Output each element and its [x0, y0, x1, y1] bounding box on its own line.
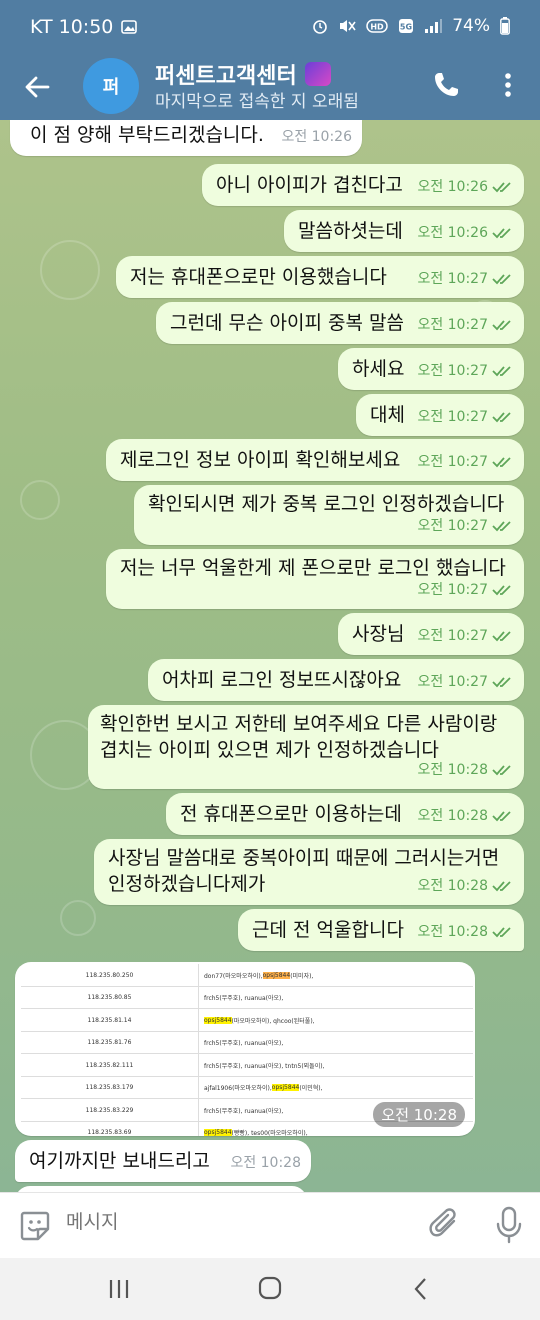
recent-apps-button[interactable] [106, 1276, 132, 1302]
message-bubble[interactable]: 사장님 말씀대로 중복아이피 때문에 그러시는거면 인정하겠습니다제가 오전 1… [94, 839, 524, 905]
paperclip-icon [429, 1208, 456, 1237]
double-check-icon [492, 182, 511, 193]
message-bubble[interactable]: 이 점 양해 부탁드리겠습니다. 오전 10:26 [10, 120, 362, 156]
carrier-time: KT 10:50 [30, 16, 114, 38]
back-button[interactable] [20, 70, 54, 104]
phone-icon [435, 73, 458, 96]
message-bubble[interactable]: 제로그인 정보 아이피 확인해보세요 오전 10:27 [106, 439, 524, 481]
message-time: 오전 10:27 [417, 669, 514, 695]
chat-title-text: 퍼센트고객센터 [155, 64, 297, 89]
ip-row: 118.235.80.85 frch5(무주호), ruanua(아오), [21, 986, 473, 1009]
chat-area[interactable]: 이 점 양해 부탁드리겠습니다. 오전 10:26 아니 아이피가 겹친다고 오… [0, 120, 540, 1192]
chat-title[interactable]: 퍼센트고객센터 [155, 58, 331, 90]
message-time: 오전 10:27 [417, 358, 514, 384]
message-bubble[interactable]: 아니 아이피가 겹친다고 오전 10:26 [202, 164, 524, 206]
svg-text:HD: HD [371, 23, 385, 32]
signal-icon [425, 19, 443, 33]
message-bubble[interactable]: 확인한번 보시고 저한테 보여주세요 다른 사람이랑 겹치는 아이피 있으면 제… [88, 705, 524, 789]
sticker-icon [20, 1211, 50, 1241]
ip-row: 118.235.81.76 frch5(무주호), ruanua(아오), [21, 1031, 473, 1054]
double-check-icon [492, 521, 511, 532]
5g-icon: 5G [399, 19, 414, 33]
battery-icon [500, 17, 510, 35]
ip-row: 118.235.83.179 ajfal1906(마오마오하이), opsj584… [21, 1076, 473, 1099]
message-bubble[interactable]: 저는 휴대폰으로만 이용했습니다 오전 10:27 [116, 256, 524, 298]
chat-header: 퍼 퍼센트고객센터 마지막으로 접속한 지 오래됨 [0, 58, 540, 120]
message-time: 오전 10:26 [281, 129, 352, 145]
double-check-icon [492, 585, 511, 596]
message-bubble[interactable]: 대체 오전 10:27 [356, 394, 524, 436]
message-time: 오전 10:28 [230, 1155, 301, 1171]
voice-message-button[interactable] [494, 1205, 524, 1245]
message-bubble[interactable]: 확인되시면 제가 중복 로그인 인정하겠습니다 오전 10:27 [134, 485, 524, 545]
microphone-icon [496, 1206, 522, 1244]
attach-button[interactable] [428, 1207, 462, 1243]
ip-row: 118.235.80.250 don77(마오마오하이), opsj5844 (미미… [21, 964, 473, 987]
double-check-icon [492, 274, 511, 285]
message-time: 오전 10:27 [417, 312, 514, 338]
message-input[interactable] [66, 1211, 406, 1233]
svg-text:5G: 5G [400, 23, 412, 32]
ip-row: 118.235.81.14 opsj5844 (마오마오하이), qhcoo(된터풀… [21, 1009, 473, 1032]
last-seen-status: 마지막으로 접속한 지 오래됨 [155, 92, 359, 112]
system-back-button[interactable] [408, 1276, 434, 1302]
message-bubble[interactable]: 사장님 오전 10:27 [338, 613, 524, 655]
double-check-icon [492, 677, 511, 688]
message-time: 오전 10:27 [417, 266, 514, 292]
more-options-button[interactable] [496, 70, 520, 100]
message-bubble[interactable]: 그런데 무슨 아이피 중복 말씀 오전 10:27 [156, 302, 524, 344]
alarm-icon [313, 20, 328, 34]
ip-row: 118.235.82.111 frch5(무주호), ruanua(아오), tn… [21, 1054, 473, 1077]
message-time: 오전 10:26 [417, 220, 514, 246]
mute-icon [340, 20, 356, 32]
message-bubble[interactable]: 어차피 로그인 정보뜨시잖아요 오전 10:27 [148, 659, 524, 701]
message-time: 오전 10:28 [417, 873, 514, 899]
hd-icon: HD [366, 19, 388, 33]
image-icon [121, 20, 138, 34]
double-check-icon [492, 412, 511, 423]
more-vertical-icon [505, 73, 511, 97]
message-time: 오전 10:27 [417, 449, 514, 475]
home-icon [258, 1276, 282, 1300]
message-time: 오전 10:28 [417, 919, 514, 945]
avatar[interactable]: 퍼 [83, 58, 139, 114]
message-time: 오전 10:27 [417, 404, 514, 430]
call-button[interactable] [431, 70, 461, 100]
arrow-left-icon [25, 76, 50, 98]
message-bubble[interactable]: 근데 전 억울합니다 오전 10:28 [238, 909, 524, 951]
recent-apps-icon [109, 1280, 129, 1298]
message-time: 오전 10:27 [417, 577, 514, 603]
message-bubble[interactable]: 말씀하셧는데 오전 10:26 [284, 210, 524, 252]
double-check-icon [492, 366, 511, 377]
image-time: 오전 10:28 [373, 1102, 465, 1127]
message-time: 오전 10:28 [417, 757, 514, 783]
message-bubble[interactable]: 하세요 오전 10:27 [338, 348, 524, 390]
double-check-icon [492, 927, 511, 938]
double-check-icon [492, 631, 511, 642]
message-bubble[interactable]: 전 휴대폰으로만 이용하는데 오전 10:28 [166, 793, 524, 835]
system-nav-bar [0, 1258, 540, 1320]
message-time: 오전 10:28 [417, 803, 514, 829]
image-message[interactable]: 118.235.80.250 don77(마오마오하이), opsj5844 (미미… [15, 962, 475, 1136]
message-bubble[interactable]: 여기까지만 보내드리고 오전 10:28 [15, 1140, 311, 1182]
message-input-bar [0, 1192, 540, 1258]
emoji-button[interactable] [18, 1209, 52, 1243]
double-check-icon [492, 811, 511, 822]
badge-emoji-icon [304, 62, 331, 86]
status-bar: KT 10:50 HD 5G 74% [0, 0, 540, 58]
double-check-icon [492, 320, 511, 331]
message-time: 오전 10:26 [417, 174, 514, 200]
message-bubble[interactable]: 저는 너무 억울한게 제 폰으로만 로그인 했습니다 오전 10:27 [106, 549, 524, 609]
message-text: 확인한번 보시고 저한테 보여주세요 다른 사람이랑 겹치는 아이피 있으면 제… [100, 713, 498, 761]
message-time: 오전 10:27 [417, 623, 514, 649]
message-time: 오전 10:27 [417, 513, 514, 539]
double-check-icon [492, 457, 511, 468]
home-button[interactable] [256, 1274, 284, 1302]
double-check-icon [492, 881, 511, 892]
double-check-icon [492, 228, 511, 239]
battery-level: 74% [452, 16, 490, 36]
double-check-icon [492, 765, 511, 776]
chevron-left-icon [414, 1278, 426, 1300]
